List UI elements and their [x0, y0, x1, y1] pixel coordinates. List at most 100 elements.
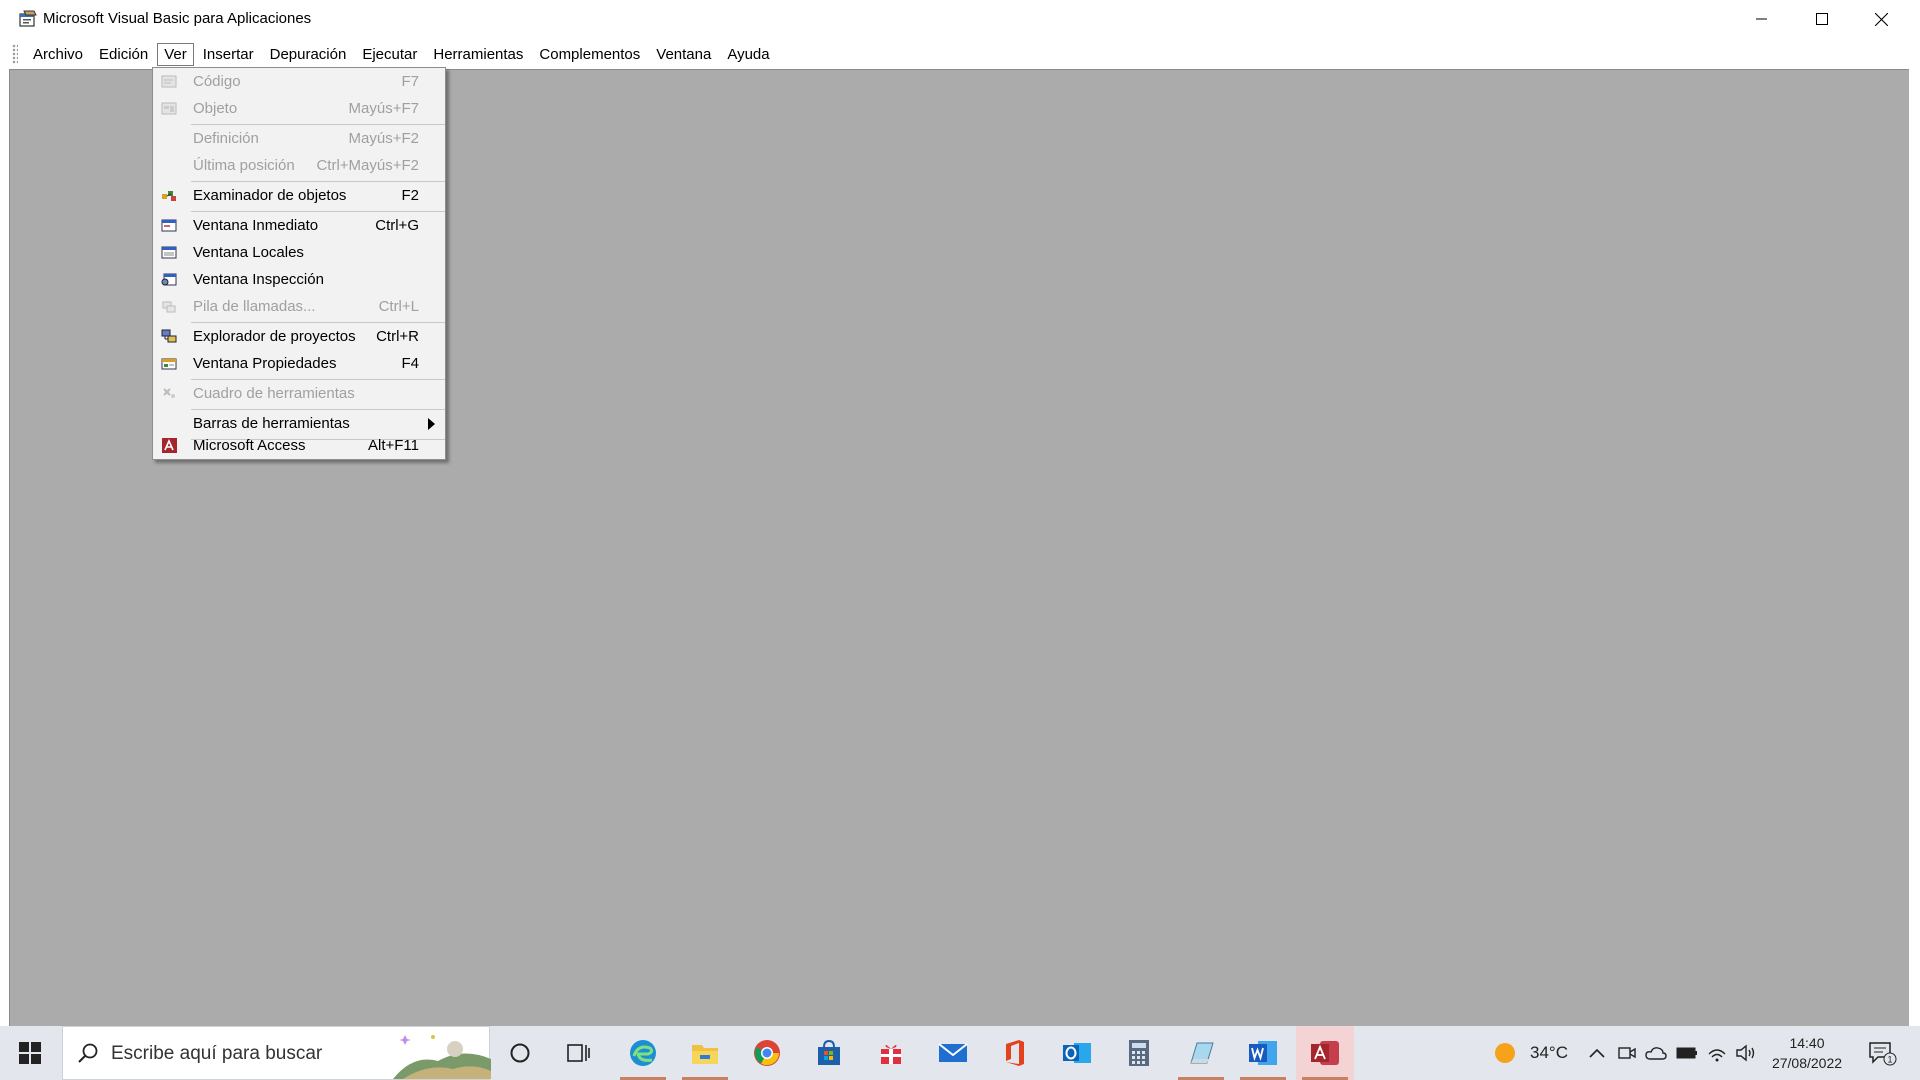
project-explorer-icon	[161, 329, 177, 343]
window-title: Microsoft Visual Basic para Aplicaciones	[43, 10, 312, 27]
taskbar-cortana-button[interactable]	[491, 1026, 549, 1080]
clock-date: 27/08/2022	[1771, 1055, 1843, 1071]
access-icon	[1311, 1041, 1339, 1065]
windows-logo-icon	[19, 1042, 41, 1064]
taskbar-file-explorer[interactable]	[676, 1026, 734, 1080]
notification-icon: 1	[1869, 1042, 1897, 1066]
chrome-icon	[754, 1040, 780, 1066]
minimize-icon	[1756, 18, 1767, 20]
menu-item-microsoft-access[interactable]: Microsoft Access Alt+F11	[153, 432, 445, 459]
menu-item-definicion[interactable]: Definición Mayús+F2	[153, 125, 445, 152]
close-icon	[1874, 12, 1888, 26]
menu-item-explorador-de-proyectos[interactable]: Explorador de proyectos Ctrl+R	[153, 323, 445, 350]
taskbar-calculator[interactable]	[1110, 1026, 1168, 1080]
close-button[interactable]	[1852, 0, 1910, 38]
title-bar[interactable]: Microsoft Visual Basic para Aplicaciones	[0, 0, 1920, 38]
clock-time: 14:40	[1789, 1035, 1825, 1051]
word-icon	[1249, 1041, 1277, 1065]
menu-ventana[interactable]: Ventana	[649, 43, 718, 66]
taskbar: Escribe aquí para buscar 34°C 14:40 27/0…	[0, 1026, 1920, 1080]
menu-item-examinador-de-objetos[interactable]: Examinador de objetos F2	[153, 182, 445, 209]
gift-icon	[881, 1044, 901, 1064]
tray-meet-now[interactable]	[1616, 1042, 1638, 1064]
menu-bar-grip[interactable]	[12, 44, 18, 64]
menu-depuracion[interactable]: Depuración	[263, 43, 354, 66]
office-icon	[1006, 1040, 1024, 1066]
menu-herramientas[interactable]: Herramientas	[426, 43, 530, 66]
menu-ver[interactable]: Ver	[157, 42, 194, 66]
menu-item-ventana-propiedades[interactable]: Ventana Propiedades F4	[153, 350, 445, 377]
taskbar-notepad[interactable]	[1172, 1026, 1230, 1080]
toolbox-icon	[163, 388, 175, 398]
battery-icon	[1676, 1047, 1697, 1059]
menu-item-objeto[interactable]: Objeto Mayús+F7	[153, 95, 445, 122]
weather-temperature[interactable]: 34°C	[1530, 1043, 1568, 1063]
tray-network[interactable]	[1706, 1042, 1728, 1064]
search-icon	[78, 1043, 98, 1063]
immediate-window-icon	[161, 219, 177, 232]
file-explorer-icon	[692, 1045, 718, 1064]
menu-item-ventana-inmediato[interactable]: Ventana Inmediato Ctrl+G	[153, 212, 445, 239]
minimize-button[interactable]	[1733, 0, 1791, 38]
search-placeholder: Escribe aquí para buscar	[111, 1043, 323, 1064]
show-hidden-icons-button[interactable]	[1586, 1042, 1608, 1064]
menu-bar: Archivo Edición Ver Insertar Depuración …	[8, 40, 1910, 68]
maximize-button[interactable]	[1793, 0, 1851, 38]
camera-icon	[1618, 1047, 1636, 1059]
watch-window-icon	[161, 273, 177, 286]
properties-window-icon	[161, 358, 177, 370]
tray-battery[interactable]	[1676, 1042, 1698, 1064]
wifi-icon	[1708, 1049, 1726, 1062]
taskbar-word[interactable]	[1234, 1026, 1292, 1080]
menu-ejecutar[interactable]: Ejecutar	[355, 43, 424, 66]
notification-count: 1	[1887, 1055, 1892, 1065]
menu-item-cuadro-de-herramientas[interactable]: Cuadro de herramientas	[153, 380, 445, 407]
start-button[interactable]	[0, 1026, 60, 1080]
task-view-icon	[567, 1044, 590, 1062]
menu-ayuda[interactable]: Ayuda	[720, 43, 776, 66]
taskbar-office[interactable]	[986, 1026, 1044, 1080]
chevron-up-icon	[1589, 1048, 1605, 1058]
cloud-icon	[1645, 1047, 1667, 1060]
taskbar-chrome[interactable]	[738, 1026, 796, 1080]
code-icon	[161, 75, 177, 88]
menu-item-ventana-locales[interactable]: Ventana Locales	[153, 239, 445, 266]
tray-onedrive[interactable]	[1645, 1042, 1667, 1064]
call-stack-icon	[162, 301, 176, 313]
menu-item-pila-de-llamadas[interactable]: Pila de llamadas... Ctrl+L	[153, 293, 445, 320]
vba-app-icon	[19, 10, 37, 27]
taskbar-microsoft-store[interactable]	[800, 1026, 858, 1080]
cortana-circle-icon	[510, 1043, 530, 1063]
weather-widget[interactable]	[1494, 1042, 1516, 1064]
sun-icon	[1495, 1043, 1515, 1063]
tray-volume[interactable]	[1735, 1042, 1757, 1064]
notepad-icon	[1190, 1042, 1214, 1064]
action-center-button[interactable]: 1	[1868, 1042, 1898, 1066]
taskbar-mail[interactable]	[924, 1026, 982, 1080]
edge-icon	[630, 1040, 656, 1066]
object-browser-icon	[162, 191, 176, 201]
submenu-arrow-icon	[428, 417, 435, 430]
mail-icon	[938, 1043, 968, 1062]
search-highlight-illustration	[393, 1035, 491, 1079]
taskbar-access[interactable]	[1296, 1026, 1354, 1080]
speaker-icon	[1736, 1044, 1755, 1062]
object-icon	[161, 102, 177, 115]
menu-complementos[interactable]: Complementos	[532, 43, 647, 66]
menu-edicion[interactable]: Edición	[92, 43, 155, 66]
menu-item-codigo[interactable]: Código F7	[153, 68, 445, 95]
menu-insertar[interactable]: Insertar	[196, 43, 261, 66]
taskbar-search-box[interactable]: Escribe aquí para buscar	[62, 1026, 491, 1080]
taskbar-task-view-button[interactable]	[550, 1026, 608, 1080]
microsoft-store-icon	[818, 1039, 840, 1065]
menu-item-ventana-inspeccion[interactable]: Ventana Inspección	[153, 266, 445, 293]
microsoft-access-icon	[162, 438, 177, 453]
taskbar-outlook[interactable]	[1048, 1026, 1106, 1080]
taskbar-gift-app[interactable]	[862, 1026, 920, 1080]
menu-item-ultima-posicion[interactable]: Última posición Ctrl+Mayús+F2	[153, 152, 445, 179]
taskbar-edge[interactable]	[614, 1026, 672, 1080]
taskbar-clock[interactable]: 14:40 27/08/2022	[1762, 1033, 1852, 1073]
ver-menu-dropdown: Código F7 Objeto Mayús+F7 Definición May…	[152, 67, 446, 460]
maximize-icon	[1816, 13, 1828, 25]
menu-archivo[interactable]: Archivo	[26, 43, 90, 66]
